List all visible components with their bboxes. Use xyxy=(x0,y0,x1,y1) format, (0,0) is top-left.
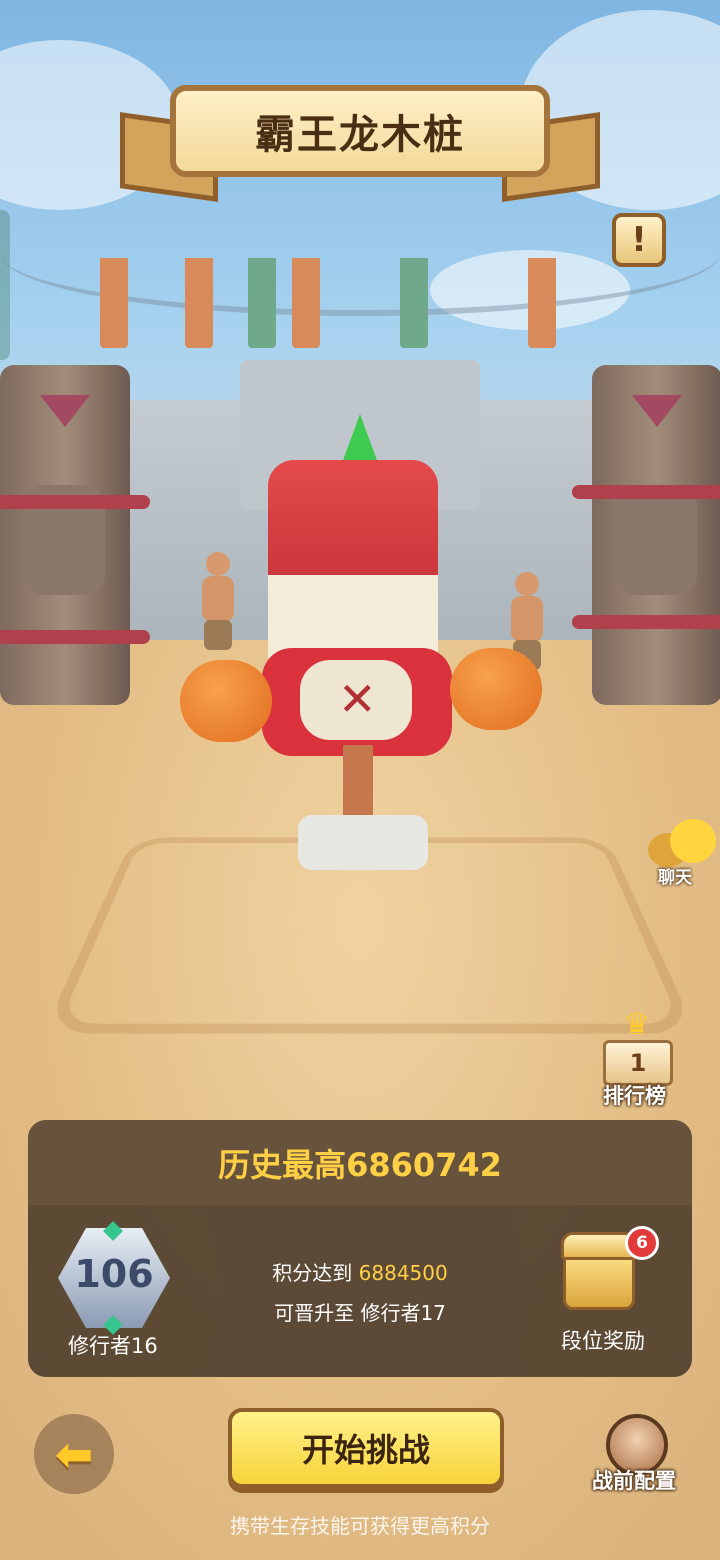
loadout-label: 战前配置 xyxy=(592,1469,676,1493)
totem-pole-left xyxy=(0,365,150,705)
best-score-bar: 历史最高6860742 xyxy=(28,1120,692,1205)
start-challenge-button[interactable]: 开始挑战 xyxy=(228,1408,504,1488)
tip-text: 携带生存技能可获得更高积分 xyxy=(230,1514,490,1538)
chat-label: 聊天 xyxy=(658,868,692,888)
leaderboard-label: 排行榜 xyxy=(603,1084,666,1108)
hanging-flag xyxy=(528,258,556,348)
rules-info-button[interactable]: ! xyxy=(612,213,666,267)
leaderboard-button[interactable]: ♛ 1 排行榜 xyxy=(597,1010,677,1110)
totem-pole-right xyxy=(572,365,720,705)
page-title: 霸王龙木桩 xyxy=(255,112,465,158)
rank-panel: 历史最高6860742 106 修行者16 积分达到 6884500 可晋升至 … xyxy=(28,1120,692,1377)
smile-icon xyxy=(670,819,716,863)
hanging-flag xyxy=(185,258,213,348)
title-banner: 霸王龙木桩 xyxy=(120,85,600,202)
back-arrow-icon: ⬅ xyxy=(54,1427,94,1481)
hanging-flag xyxy=(400,258,428,348)
hanging-flag xyxy=(292,258,320,348)
start-challenge-label: 开始挑战 xyxy=(301,1431,430,1469)
rank-reward-button[interactable]: 6 xyxy=(561,1226,659,1312)
promotion-section xyxy=(203,1207,533,1377)
hanging-flag xyxy=(248,258,276,348)
pre-battle-loadout-button[interactable]: 战前配置 xyxy=(592,1410,692,1493)
crown-icon: ♛ xyxy=(623,1007,651,1042)
trex-training-dummy: ✕ xyxy=(180,410,545,880)
rank-name: 修行者16 xyxy=(68,1334,158,1358)
exclamation-icon: ! xyxy=(631,220,647,260)
best-score: 历史最高6860742 xyxy=(218,1145,502,1184)
reward-count-badge: 6 xyxy=(625,1226,659,1260)
hanging-flag xyxy=(100,258,128,348)
requirement-prefix: 积分达到 xyxy=(272,1261,353,1285)
side-tab[interactable] xyxy=(0,210,10,360)
back-button[interactable]: ⬅ xyxy=(34,1414,114,1494)
target-score: 6884500 xyxy=(358,1261,448,1285)
rank-reward-label: 段位奖励 xyxy=(561,1329,645,1353)
chat-button[interactable]: 聊天 xyxy=(646,815,718,888)
